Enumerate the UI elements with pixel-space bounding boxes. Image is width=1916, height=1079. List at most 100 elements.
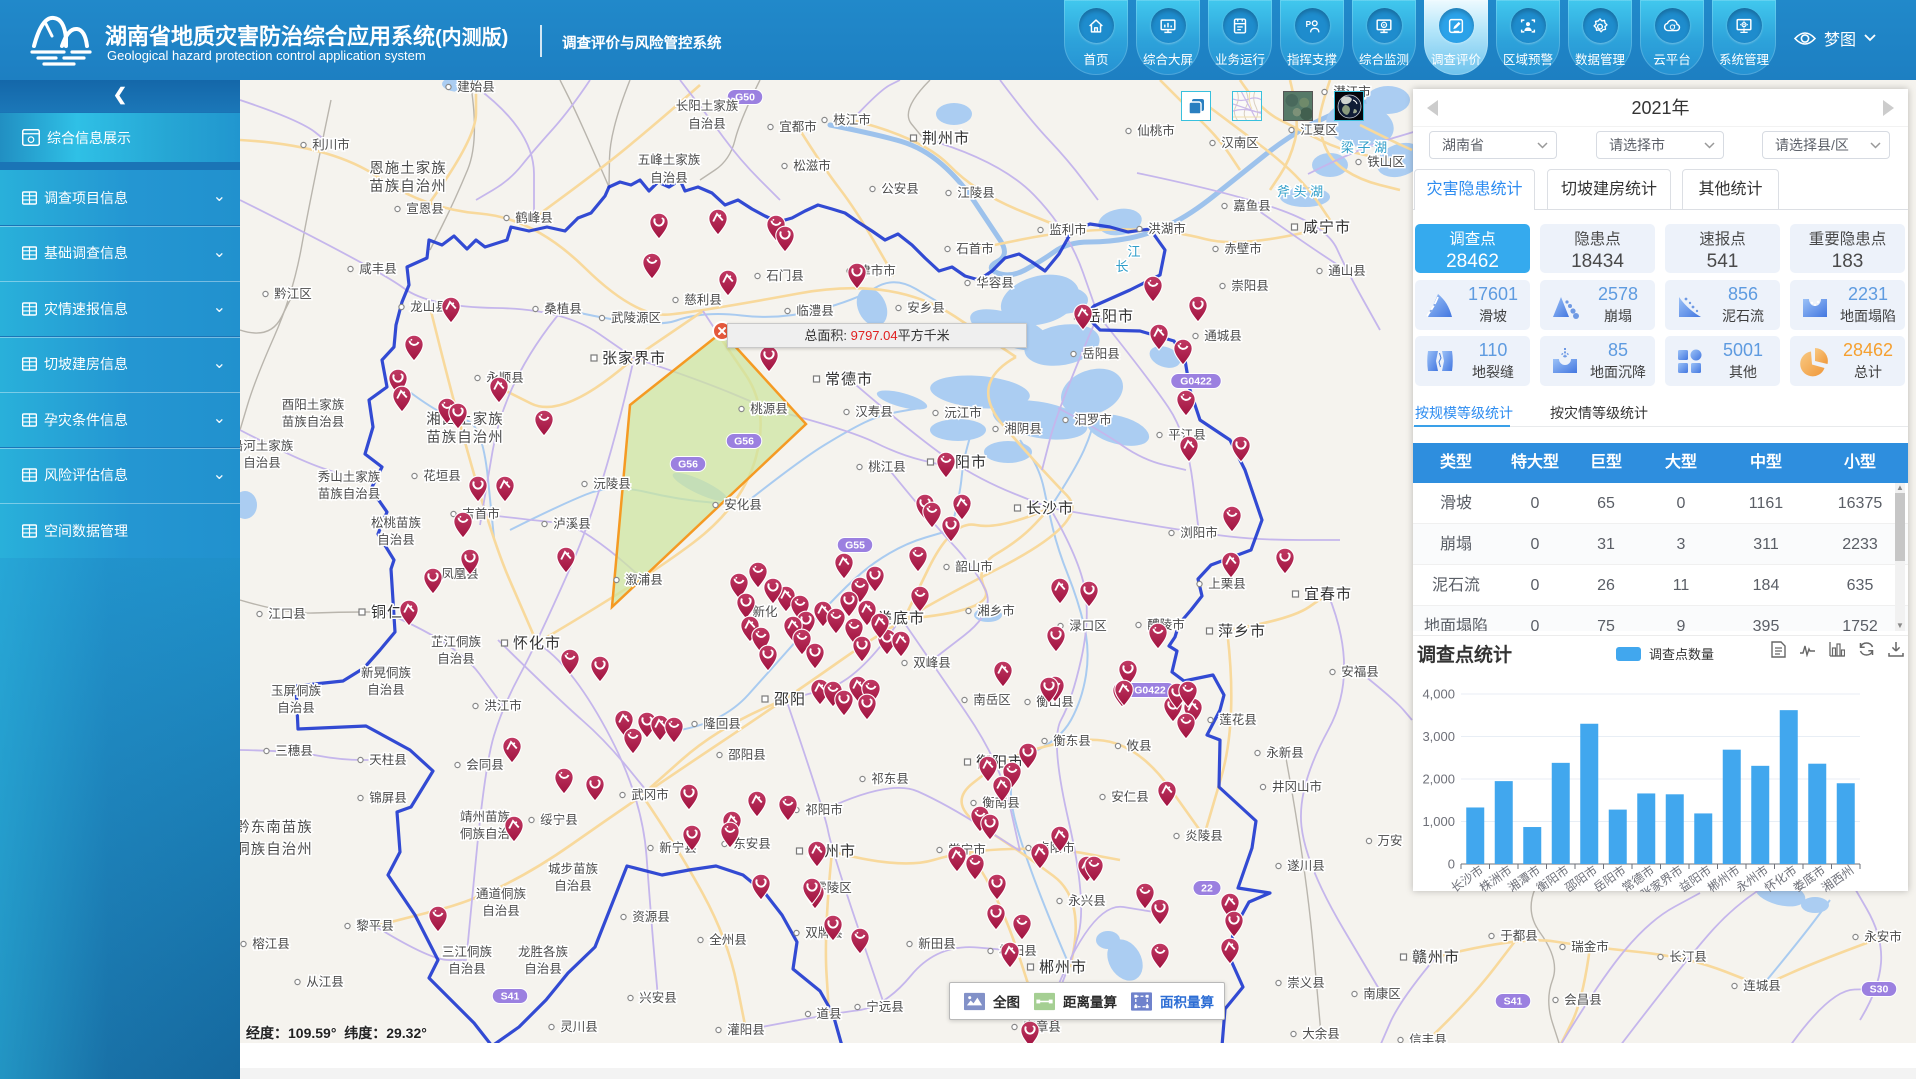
svg-text:苗族自治州: 苗族自治州 [426, 429, 504, 446]
svg-text:黎平县: 黎平县 [356, 919, 394, 933]
svg-text:梁 子 湖: 梁 子 湖 [1341, 140, 1387, 155]
svg-text:江夏区: 江夏区 [1300, 123, 1338, 137]
svg-text:S41: S41 [1504, 996, 1523, 1008]
svg-text:榕江县: 榕江县 [252, 936, 290, 951]
svg-text:炎陵县: 炎陵县 [1185, 829, 1223, 843]
svg-text:自治县: 自治县 [554, 879, 592, 893]
svg-text:松桃苗族: 松桃苗族 [371, 515, 422, 530]
svg-text:通城县: 通城县 [1204, 329, 1242, 343]
svg-text:1,000: 1,000 [1422, 814, 1455, 829]
svg-text:长阳土家族: 长阳土家族 [676, 98, 739, 113]
svg-text:建始县: 建始县 [457, 80, 495, 94]
svg-text:永兴县: 永兴县 [1068, 894, 1106, 908]
svg-text:岳阳市: 岳阳市 [1086, 308, 1134, 325]
svg-text:G56: G56 [678, 459, 698, 471]
svg-text:汨罗市: 汨罗市 [1074, 412, 1112, 427]
svg-text:常德市: 常德市 [825, 370, 873, 388]
svg-text:资源县: 资源县 [632, 910, 670, 924]
svg-text:桃江县: 桃江县 [868, 459, 906, 474]
svg-text:自治县: 自治县 [277, 701, 315, 715]
svg-text:天柱县: 天柱县 [369, 752, 407, 767]
svg-text:松滋市: 松滋市 [793, 158, 831, 173]
svg-text:永安市: 永安市 [1864, 929, 1902, 944]
svg-text:S30: S30 [1870, 984, 1889, 996]
svg-text:邵阳: 邵阳 [774, 691, 806, 708]
svg-text:上栗县: 上栗县 [1208, 577, 1246, 591]
svg-text:井冈山市: 井冈山市 [1272, 779, 1322, 794]
svg-text:大余县: 大余县 [1302, 1026, 1340, 1041]
svg-text:新化: 新化 [752, 604, 778, 619]
svg-text:临澧县: 临澧县 [796, 304, 834, 318]
svg-text:莲花县: 莲花县 [1219, 712, 1257, 727]
svg-text:恩施土家族: 恩施土家族 [369, 160, 447, 177]
svg-text:道县: 道县 [816, 1007, 841, 1021]
svg-text:宜春市: 宜春市 [1304, 586, 1352, 603]
svg-text:攸县: 攸县 [1126, 738, 1151, 753]
svg-text:沅江市: 沅江市 [944, 405, 982, 420]
svg-text:枝江市: 枝江市 [833, 112, 871, 127]
svg-text:瑞金市: 瑞金市 [1571, 939, 1609, 954]
svg-text:怀化市: 怀化市 [513, 635, 561, 652]
svg-text:玉屏侗族: 玉屏侗族 [271, 684, 322, 698]
svg-text:武陵源区: 武陵源区 [611, 311, 661, 325]
svg-text:华容县: 华容县 [976, 275, 1014, 290]
svg-text:会同县: 会同县 [466, 758, 504, 772]
svg-text:灵川县: 灵川县 [560, 1020, 598, 1034]
svg-text:铁山区: 铁山区 [1367, 155, 1405, 169]
svg-text:隆回县: 隆回县 [703, 716, 741, 731]
svg-text:武冈市: 武冈市 [631, 787, 669, 802]
svg-text:五峰土家族: 五峰土家族 [638, 152, 701, 167]
svg-text:洪湖市: 洪湖市 [1148, 221, 1186, 236]
svg-text:三穗县: 三穗县 [275, 744, 313, 758]
svg-text:靖州苗族: 靖州苗族 [460, 810, 511, 824]
svg-text:自治县: 自治县 [377, 533, 415, 547]
svg-text:连城县: 连城县 [1743, 978, 1781, 993]
svg-text:监利市: 监利市 [1049, 222, 1087, 237]
svg-text:芷江侗族: 芷江侗族 [431, 635, 482, 649]
svg-text:嘉鱼县: 嘉鱼县 [1233, 199, 1271, 213]
svg-text:萍乡市: 萍乡市 [1218, 623, 1266, 640]
svg-text:城步苗族: 城步苗族 [548, 862, 599, 876]
svg-text:张家界市: 张家界市 [602, 350, 666, 367]
svg-text:锦屏县: 锦屏县 [369, 791, 407, 805]
svg-text:自治县: 自治县 [448, 962, 486, 976]
svg-text:宜都市: 宜都市 [779, 119, 817, 134]
svg-text:赤壁市: 赤壁市 [1224, 241, 1262, 256]
svg-text:祁东县: 祁东县 [871, 771, 909, 786]
svg-text:全州县: 全州县 [709, 932, 747, 947]
svg-text:黔江区: 黔江区 [274, 286, 312, 301]
svg-text:南康区: 南康区 [1363, 986, 1401, 1001]
svg-text:荆州市: 荆州市 [922, 130, 970, 147]
svg-text:祁阳市: 祁阳市 [805, 802, 843, 817]
svg-text:斧 头 湖: 斧 头 湖 [1277, 184, 1323, 199]
svg-text:安福县: 安福县 [1341, 664, 1379, 679]
svg-text:万安: 万安 [1377, 833, 1402, 848]
svg-text:于都县: 于都县 [1500, 929, 1538, 943]
svg-text:湘阴县: 湘阴县 [1004, 421, 1042, 436]
svg-text:邵阳县: 邵阳县 [728, 748, 766, 762]
svg-text:江: 江 [1127, 244, 1140, 259]
svg-text:自治县: 自治县 [688, 117, 726, 131]
svg-text:通道侗族: 通道侗族 [476, 887, 527, 901]
svg-text:铜仁: 铜仁 [371, 604, 403, 621]
svg-text:自治县: 自治县 [437, 652, 475, 666]
svg-text:安化县: 安化县 [724, 497, 762, 512]
svg-text:从江县: 从江县 [306, 975, 344, 989]
svg-text:G56: G56 [734, 436, 754, 448]
svg-text:新晃侗族: 新晃侗族 [361, 665, 412, 680]
svg-text:0: 0 [1448, 857, 1455, 872]
svg-text:自治县: 自治县 [524, 962, 562, 976]
svg-text:P: P [1306, 19, 1312, 28]
svg-text:新田县: 新田县 [918, 936, 956, 951]
svg-text:沿河土家族: 沿河土家族 [240, 438, 294, 453]
svg-text:宁远县: 宁远县 [866, 999, 904, 1014]
svg-text:南岳区: 南岳区 [973, 692, 1011, 707]
svg-text:汉南区: 汉南区 [1221, 135, 1259, 150]
svg-text:苗族自治县: 苗族自治县 [282, 415, 345, 429]
svg-text:江口县: 江口县 [268, 607, 306, 621]
svg-text:利川市: 利川市 [312, 137, 350, 152]
svg-text:桑植县: 桑植县 [544, 301, 582, 316]
svg-text:2,000: 2,000 [1422, 772, 1455, 787]
svg-text:慈利县: 慈利县 [684, 292, 722, 307]
svg-text:东安县: 东安县 [733, 836, 771, 851]
